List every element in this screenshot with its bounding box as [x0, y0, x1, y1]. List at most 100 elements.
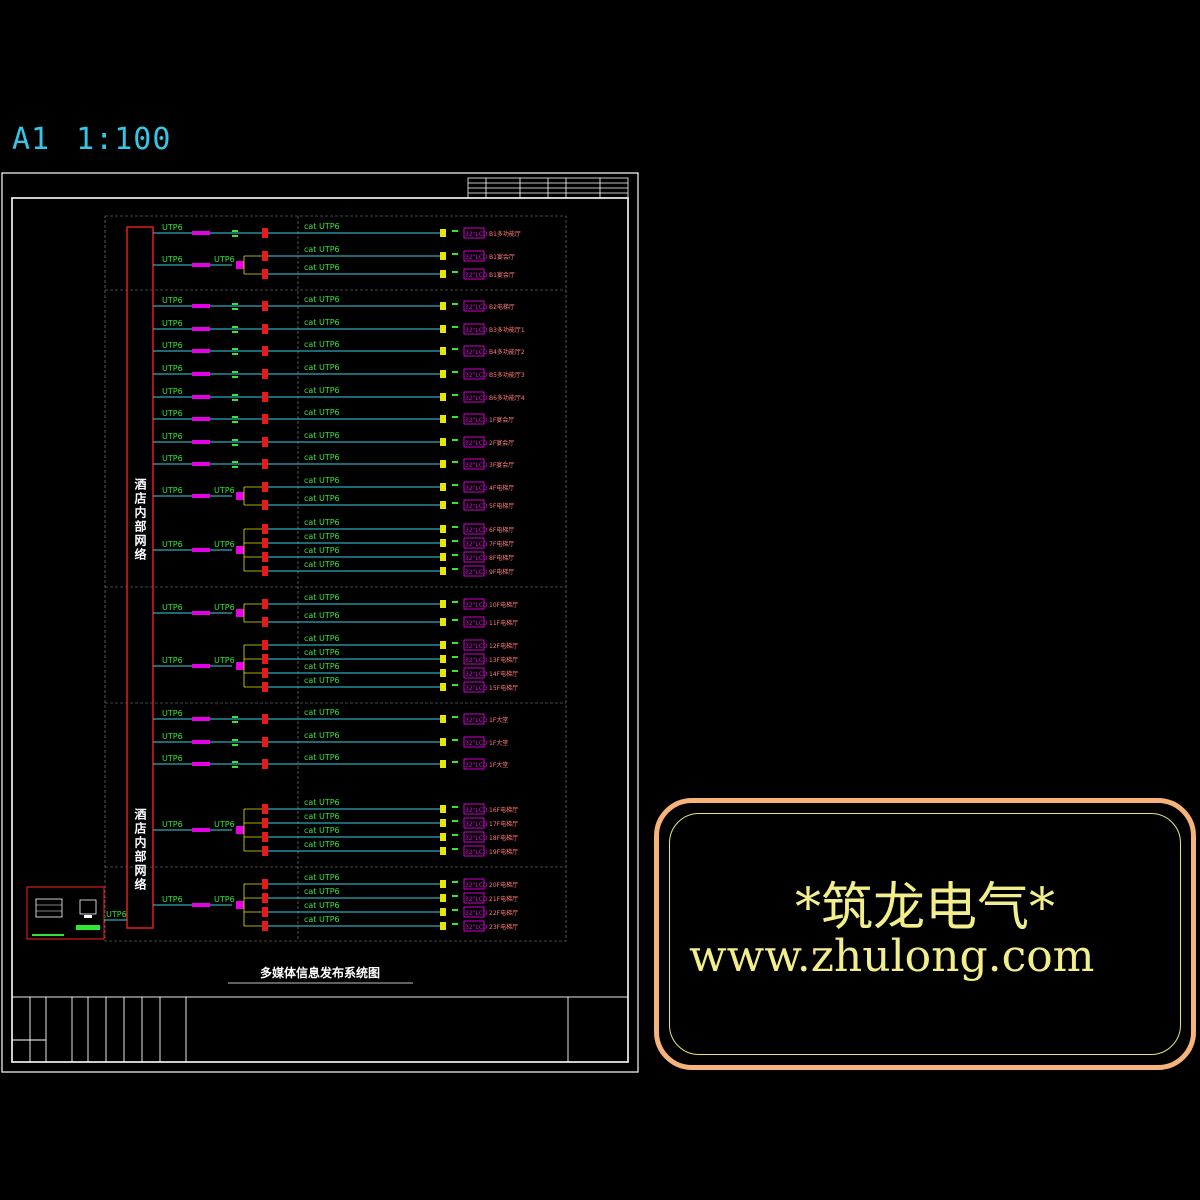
location-label: 14F电梯厅	[489, 670, 518, 678]
revision-block	[467, 177, 629, 199]
location-label: 5F电梯厅	[489, 502, 514, 510]
port-mark	[232, 235, 238, 237]
media-converter	[192, 762, 210, 766]
port-mark	[232, 348, 238, 350]
distribution-node	[262, 737, 268, 747]
port-mark	[452, 716, 458, 718]
port-mark	[232, 416, 238, 418]
port-mark	[232, 466, 238, 468]
media-converter	[192, 462, 210, 466]
port-mark	[232, 716, 238, 718]
location-label: 10F电梯厅	[489, 601, 518, 609]
backbone-label-top: 酒店内部网络	[133, 478, 147, 562]
player-box	[440, 600, 446, 608]
location-label: 21F电梯厅	[489, 895, 518, 903]
player-box	[440, 539, 446, 547]
player-box	[440, 618, 446, 626]
lcd-label: 32"LCD	[465, 254, 488, 261]
horizontal-cable-label: cat UTP6	[304, 318, 340, 327]
lcd-label: 32"LCD	[465, 395, 488, 402]
location-label: 20F电梯厅	[489, 881, 518, 889]
lcd-label: 32"LCD	[465, 910, 488, 917]
media-converter	[192, 349, 210, 353]
player-box	[440, 738, 446, 746]
player-box	[440, 415, 446, 423]
horizontal-cable-label: cat UTP6	[304, 611, 340, 620]
lcd-label: 32"LCD	[465, 527, 488, 534]
player-box	[440, 715, 446, 723]
port-mark	[452, 568, 458, 570]
media-converter	[192, 740, 210, 744]
player-box	[440, 805, 446, 813]
feeder-cable-label: UTP6	[162, 255, 183, 264]
horizontal-cable-label: cat UTP6	[304, 873, 340, 882]
feeder-cable-label: UTP6	[162, 364, 183, 373]
lcd-label: 32"LCD	[465, 924, 488, 931]
distribution-node	[262, 846, 268, 856]
feeder-cable-label: UTP6	[162, 296, 183, 305]
distribution-node	[262, 907, 268, 917]
horizontal-cable-label: cat UTP6	[304, 648, 340, 657]
lcd-label: 32"LCD	[465, 882, 488, 889]
horizontal-cable-label: cat UTP6	[304, 263, 340, 272]
lcd-label: 32"LCD	[465, 231, 488, 238]
media-converter	[192, 440, 210, 444]
feeder-cable-label: UTP6	[162, 732, 183, 741]
media-converter	[192, 231, 210, 235]
lcd-label: 32"LCD	[465, 272, 488, 279]
port-mark	[452, 923, 458, 925]
watermark-url: www.zhulong.com	[689, 931, 1095, 982]
location-label: 16F电梯厅	[489, 806, 518, 814]
distribution-node	[262, 269, 268, 279]
port-mark	[452, 394, 458, 396]
lcd-label: 32"LCD	[465, 657, 488, 664]
player-box	[440, 438, 446, 446]
horizontal-cable-label: cat UTP6	[304, 453, 340, 462]
location-label: 1F大堂	[489, 761, 508, 769]
player-box	[440, 833, 446, 841]
port-mark	[452, 554, 458, 556]
port-mark	[452, 303, 458, 305]
location-label: 7F电梯厅	[489, 540, 514, 548]
distribution-node	[262, 552, 268, 562]
port-mark	[232, 399, 238, 401]
lcd-label: 32"LCD	[465, 807, 488, 814]
port-mark	[452, 806, 458, 808]
feeder-cable-label: UTP6	[162, 754, 183, 763]
port-mark	[452, 371, 458, 373]
lcd-label: 32"LCD	[465, 896, 488, 903]
backbone-label-bottom: 酒店内部网络	[133, 808, 147, 892]
player-box	[440, 908, 446, 916]
distribution-node	[262, 346, 268, 356]
distribution-node	[262, 668, 268, 678]
port-mark	[232, 421, 238, 423]
horizontal-cable-label: cat UTP6	[304, 245, 340, 254]
port-mark	[232, 444, 238, 446]
port-mark	[452, 619, 458, 621]
distribution-node	[262, 437, 268, 447]
lcd-label: 32"LCD	[465, 304, 488, 311]
distribution-node	[262, 500, 268, 510]
media-converter	[192, 828, 210, 832]
port-mark	[452, 502, 458, 504]
horizontal-cable-label: cat UTP6	[304, 662, 340, 671]
location-label: B1宴会厅	[489, 253, 515, 261]
port-mark	[232, 371, 238, 373]
distribution-node	[262, 414, 268, 424]
port-mark	[232, 326, 238, 328]
lcd-label: 32"LCD	[465, 762, 488, 769]
feeder-cable-label: UTP6	[162, 432, 183, 441]
location-label: 12F电梯厅	[489, 642, 518, 650]
location-label: 15F电梯厅	[489, 684, 518, 692]
location-label: B1多功能厅	[489, 230, 521, 238]
location-label: 22F电梯厅	[489, 909, 518, 917]
lcd-label: 32"LCD	[465, 643, 488, 650]
port-mark	[452, 230, 458, 232]
port-mark	[452, 461, 458, 463]
feeder-cable-label: UTP6	[162, 223, 183, 232]
watermark-box: *筑龙电气* www.zhulong.com	[654, 798, 1196, 1070]
lcd-label: 32"LCD	[465, 417, 488, 424]
splitter-cable-label: UTP6	[214, 486, 235, 495]
port-mark	[232, 739, 238, 741]
location-label: B6多功能厅4	[489, 394, 525, 402]
